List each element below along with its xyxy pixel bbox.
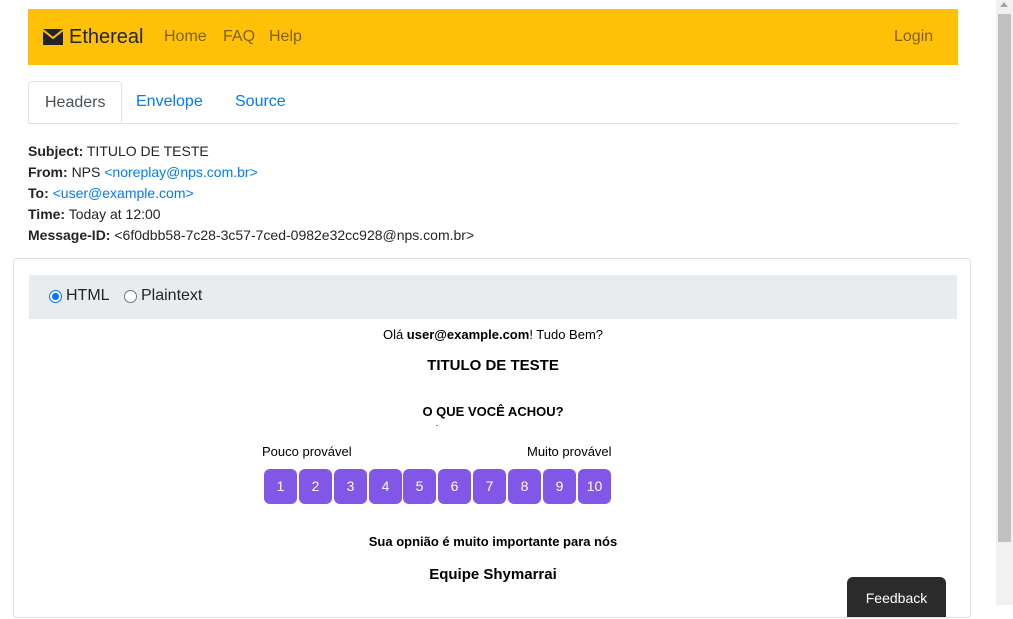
nps-score-1[interactable]: 1 (264, 469, 297, 504)
nav-home[interactable]: Home (164, 28, 207, 46)
nps-score-3[interactable]: 3 (334, 469, 367, 504)
brand[interactable]: Ethereal (43, 25, 144, 49)
feedback-button[interactable]: Feedback (847, 577, 946, 617)
email-title: TITULO DE TESTE (427, 357, 559, 374)
nps-score-8[interactable]: 8 (508, 469, 541, 504)
from-label: From: (28, 164, 68, 180)
plaintext-label: Plaintext (141, 287, 203, 304)
view-plaintext-option[interactable]: Plaintext (124, 287, 202, 305)
tab-headers[interactable]: Headers (28, 81, 123, 123)
nps-question: O QUE VOCÊ ACHOU? (422, 404, 564, 419)
high-likelihood-label: Muito provável (527, 444, 612, 459)
nav-help[interactable]: Help (269, 28, 302, 46)
top-navbar: Ethereal Home FAQ Help Login (28, 9, 958, 65)
nps-score-2[interactable]: 2 (299, 469, 332, 504)
nav-login[interactable]: Login (894, 28, 933, 46)
nps-score-10[interactable]: 10 (578, 469, 611, 504)
html-label: HTML (66, 287, 110, 304)
greeting: Olá user@example.com! Tudo Bem? (29, 327, 957, 342)
message-id-row: Message-ID: <6f0dbb58-7c28-3c57-7ced-098… (28, 225, 474, 246)
low-likelihood-label: Pouco provável (262, 444, 352, 459)
greeting-suffix: ! Tudo Bem? (529, 327, 604, 342)
subject-label: Subject: (28, 143, 84, 159)
scroll-up-arrow-icon[interactable] (1000, 2, 1008, 7)
nav-faq[interactable]: FAQ (223, 28, 255, 46)
time-label: Time: (28, 206, 66, 222)
greeting-prefix: Olá (382, 327, 407, 342)
tab-envelope[interactable]: Envelope (120, 81, 219, 122)
tab-source[interactable]: Source (219, 81, 302, 122)
nps-score-6[interactable]: 6 (438, 469, 471, 504)
brand-name: Ethereal (69, 25, 144, 48)
scrollbar-thumb[interactable] (998, 14, 1011, 542)
subject-row: Subject: TITULO DE TESTE (28, 141, 474, 162)
message-tabs: Headers Envelope Source (28, 81, 958, 124)
subject-value: TITULO DE TESTE (86, 143, 209, 159)
from-email-link[interactable]: <noreplay@nps.com.br> (104, 164, 258, 180)
to-email-link[interactable]: <user@example.com> (53, 185, 194, 201)
to-row: To: <user@example.com> (28, 183, 474, 204)
plaintext-radio[interactable] (124, 289, 137, 303)
message-id-value: <6f0dbb58-7c28-3c57-7ced-0982e32cc928@np… (114, 227, 475, 243)
nps-score-5[interactable]: 5 (403, 469, 436, 504)
from-row: From: NPS <noreplay@nps.com.br> (28, 162, 474, 183)
to-label: To: (28, 185, 49, 201)
html-radio[interactable] (49, 289, 62, 303)
time-value: Today at 12:00 (68, 206, 161, 222)
page-scrollbar[interactable] (996, 0, 1013, 605)
team-signature: Equipe Shymarrai (429, 566, 557, 583)
nps-score-4[interactable]: 4 (369, 469, 402, 504)
nps-score-7[interactable]: 7 (473, 469, 506, 504)
time-row: Time: Today at 12:00 (28, 204, 474, 225)
view-mode-bar: HTML Plaintext (29, 275, 957, 319)
envelope-icon (43, 29, 63, 45)
message-id-label: Message-ID: (28, 227, 111, 243)
nps-score-9[interactable]: 9 (543, 469, 576, 504)
message-headers: Subject: TITULO DE TESTE From: NPS <nore… (28, 141, 474, 246)
greeting-user: user@example.com (406, 327, 530, 342)
importance-text: Sua opnião é muito importante para nós (368, 534, 618, 549)
from-name: NPS (71, 164, 101, 180)
spacer-dot (436, 425, 438, 426)
view-html-option[interactable]: HTML (49, 287, 110, 305)
